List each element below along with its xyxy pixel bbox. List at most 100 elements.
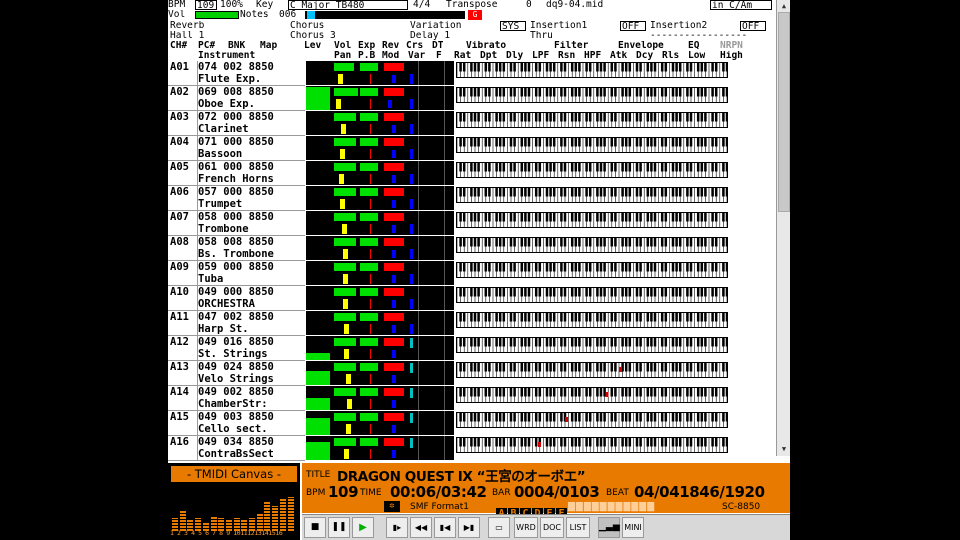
mini-button[interactable]: MINI [622, 517, 644, 538]
channel-info: A01 074 002 8850 Flute Exp. [168, 61, 305, 86]
expression-bar [360, 163, 378, 171]
col-instrument: Instrument [198, 51, 256, 61]
col-pb: P.B [358, 51, 376, 61]
column-header-1: CH# PC# BNK Map Lev Vol Exp Rev Crs DT V… [168, 41, 776, 51]
channel-row[interactable]: A16 049 034 8850 ContraBsSect [168, 436, 776, 461]
channel-meters [306, 261, 454, 285]
filter-column [444, 61, 445, 85]
program-bank-map: 049 000 8850 [198, 286, 274, 298]
instrument-name: ORCHESTRA [198, 298, 255, 310]
dt-column [418, 61, 419, 85]
col-vibrato: Vibrato [466, 41, 507, 51]
mod-marker [388, 100, 392, 108]
channel-info: A02 069 008 8850 Oboe Exp. [168, 86, 305, 111]
next-icon[interactable]: ▶▮ [458, 517, 480, 538]
filter-column [444, 86, 445, 110]
channel-number: A06 [170, 186, 189, 198]
insertion2-toggle[interactable]: OFF [740, 21, 766, 31]
channel-row[interactable]: A11 047 002 8850 Harp St. [168, 311, 776, 336]
step-icon[interactable]: ▮▸ [386, 517, 408, 538]
bpm-value-info: 109 [328, 483, 359, 501]
meter-view-icon[interactable]: ▁▃▅ [598, 517, 620, 538]
program-bank-map: 049 003 8850 [198, 411, 274, 423]
channel-row[interactable]: A06 057 000 8850 Trumpet [168, 186, 776, 211]
dt-column [418, 336, 419, 360]
reverb-bar [384, 88, 404, 96]
pause-icon[interactable]: ❚❚ [328, 517, 350, 538]
status-line-1: BPM 109 100% Key C Major TB480 4/4 Trans… [168, 0, 776, 10]
volume-bar [334, 288, 356, 296]
channel-row[interactable]: A07 058 000 8850 Trombone [168, 211, 776, 236]
scroll-up-icon[interactable]: ▲ [778, 1, 790, 11]
channel-row[interactable]: A13 049 024 8850 Velo Strings [168, 361, 776, 386]
vertical-scrollbar[interactable]: ▲ ▼ [776, 0, 790, 456]
scroll-down-icon[interactable]: ▼ [778, 444, 790, 454]
scroll-thumb[interactable] [778, 12, 790, 212]
previous-icon[interactable]: ▮◀ [434, 517, 456, 538]
channel-row[interactable]: A03 072 000 8850 Clarinet [168, 111, 776, 136]
channel-row[interactable]: A05 061 000 8850 French Horns [168, 161, 776, 186]
expression-bar [360, 138, 378, 146]
channel-row[interactable]: A08 058 008 8850 Bs. Trombone [168, 236, 776, 261]
pan-marker [343, 249, 348, 259]
channel-row[interactable]: A01 074 002 8850 Flute Exp. [168, 61, 776, 86]
stop-icon[interactable]: ■ [304, 517, 326, 538]
sys-button[interactable]: SYS [500, 21, 526, 31]
wrd-button[interactable]: WRD [514, 517, 538, 538]
pan-marker [338, 74, 343, 84]
instrument-name: Velo Strings [198, 373, 274, 385]
mod-marker [392, 450, 396, 458]
keyboard-graphic [457, 188, 727, 202]
program-bank-map: 049 024 8850 [198, 361, 274, 373]
pitchbend-marker [370, 424, 371, 434]
volume-bar [334, 263, 356, 271]
channel-row[interactable]: A10 049 000 8850 ORCHESTRA [168, 286, 776, 311]
insertion1-toggle[interactable]: OFF [620, 21, 646, 31]
bar-label: BAR [492, 488, 511, 498]
channel-info: A10 049 000 8850 ORCHESTRA [168, 286, 305, 311]
col-f: F [436, 51, 442, 61]
rewind-icon[interactable]: ◀◀ [410, 517, 432, 538]
channel-row[interactable]: A02 069 008 8850 Oboe Exp. [168, 86, 776, 111]
col-pan: Pan [334, 51, 352, 61]
volume-bar [334, 313, 356, 321]
transport-toolbar: ■ ❚❚ ▶ ▮▸ ◀◀ ▮◀ ▶▮ ▭ WRD DOC LIST ▁▃▅ MI… [302, 514, 790, 540]
col-rat: Rat [454, 51, 472, 61]
channel-row[interactable]: A15 049 003 8850 Cello sect. [168, 411, 776, 436]
pan-marker [346, 424, 351, 434]
song-title: DRAGON QUEST IX “王宮のオーボエ” [337, 469, 586, 485]
doc-button[interactable]: DOC [540, 517, 564, 538]
channel-number-cell: A05 [168, 161, 198, 186]
play-icon[interactable]: ▶ [352, 517, 374, 538]
title-label: TITLE [306, 470, 331, 480]
expression-bar [360, 63, 378, 71]
volume-bar [334, 238, 356, 246]
col-vol: Vol [334, 41, 352, 51]
list-button[interactable]: LIST [566, 517, 590, 538]
insertion1-label: Insertion1 [530, 21, 588, 31]
channel-meters [306, 161, 454, 185]
channel-info: A13 049 024 8850 Velo Strings [168, 361, 305, 386]
channel-row[interactable]: A12 049 016 8850 St. Strings [168, 336, 776, 361]
key-label: Key [256, 0, 274, 10]
expression-bar [360, 413, 378, 421]
keyboard-graphic [457, 313, 727, 327]
program-bank-map: 047 002 8850 [198, 311, 274, 323]
col-exp: Exp [358, 41, 376, 51]
channel-row[interactable]: A14 049 002 8850 ChamberStr: [168, 386, 776, 411]
pan-marker [343, 274, 348, 284]
insertion2-label: Insertion2 [650, 21, 708, 31]
channel-meters [306, 186, 454, 210]
filter-column [444, 311, 445, 335]
channel-level-bar [264, 502, 271, 531]
channel-meters [306, 136, 454, 160]
piano-keyboard [456, 237, 728, 253]
channel-number: A01 [170, 61, 189, 73]
program-bank-map: 069 008 8850 [198, 86, 274, 98]
channel-level-bar [287, 497, 294, 531]
window-icon[interactable]: ▭ [488, 517, 510, 538]
reverb-type: Hall 1 [170, 31, 205, 41]
channel-row[interactable]: A09 059 000 8850 Tuba [168, 261, 776, 286]
channel-level-bar [179, 510, 186, 531]
channel-row[interactable]: A04 071 000 8850 Bassoon [168, 136, 776, 161]
